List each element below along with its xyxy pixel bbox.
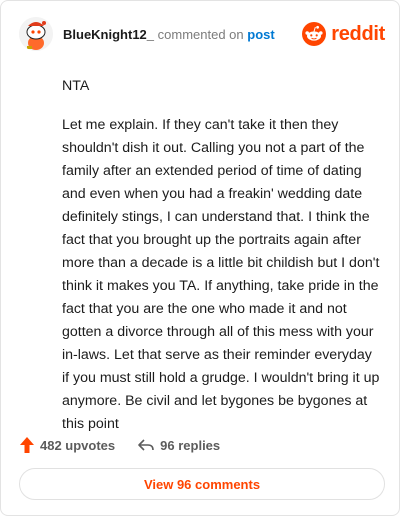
comment-paragraph: NTA	[62, 78, 90, 94]
comment-actions: 482 upvotes 96 replies	[19, 434, 242, 456]
upvote-count: 482 upvotes	[40, 437, 116, 453]
comment-byline: BlueKnight12_ commented on post	[63, 27, 275, 42]
upvote-arrow-icon	[20, 437, 34, 453]
reply-count: 96 replies	[160, 437, 221, 453]
username-link[interactable]: BlueKnight12_	[63, 27, 154, 42]
commented-on-text: commented on	[157, 26, 244, 42]
view-comments-button[interactable]: View 96 comments	[19, 468, 385, 500]
user-avatar[interactable]	[19, 17, 53, 51]
upvote-button[interactable]: 482 upvotes	[19, 436, 115, 454]
comment-paragraph: Let me explain. If they can't take it th…	[62, 117, 380, 432]
comment-header: BlueKnight12_ commented on post reddit	[19, 17, 385, 51]
reddit-brand[interactable]: reddit	[302, 22, 385, 46]
reply-button[interactable]: 96 replies	[137, 438, 220, 453]
comment-card: BlueKnight12_ commented on post reddit N…	[0, 0, 400, 516]
post-link[interactable]: post	[247, 27, 274, 42]
snoo-avatar-icon	[19, 17, 53, 51]
comment-body: NTA Let me explain. If they can't take i…	[62, 75, 382, 452]
reddit-wordmark: reddit	[331, 22, 385, 45]
reply-arrow-icon	[138, 439, 154, 451]
reddit-logo-icon	[302, 22, 327, 46]
